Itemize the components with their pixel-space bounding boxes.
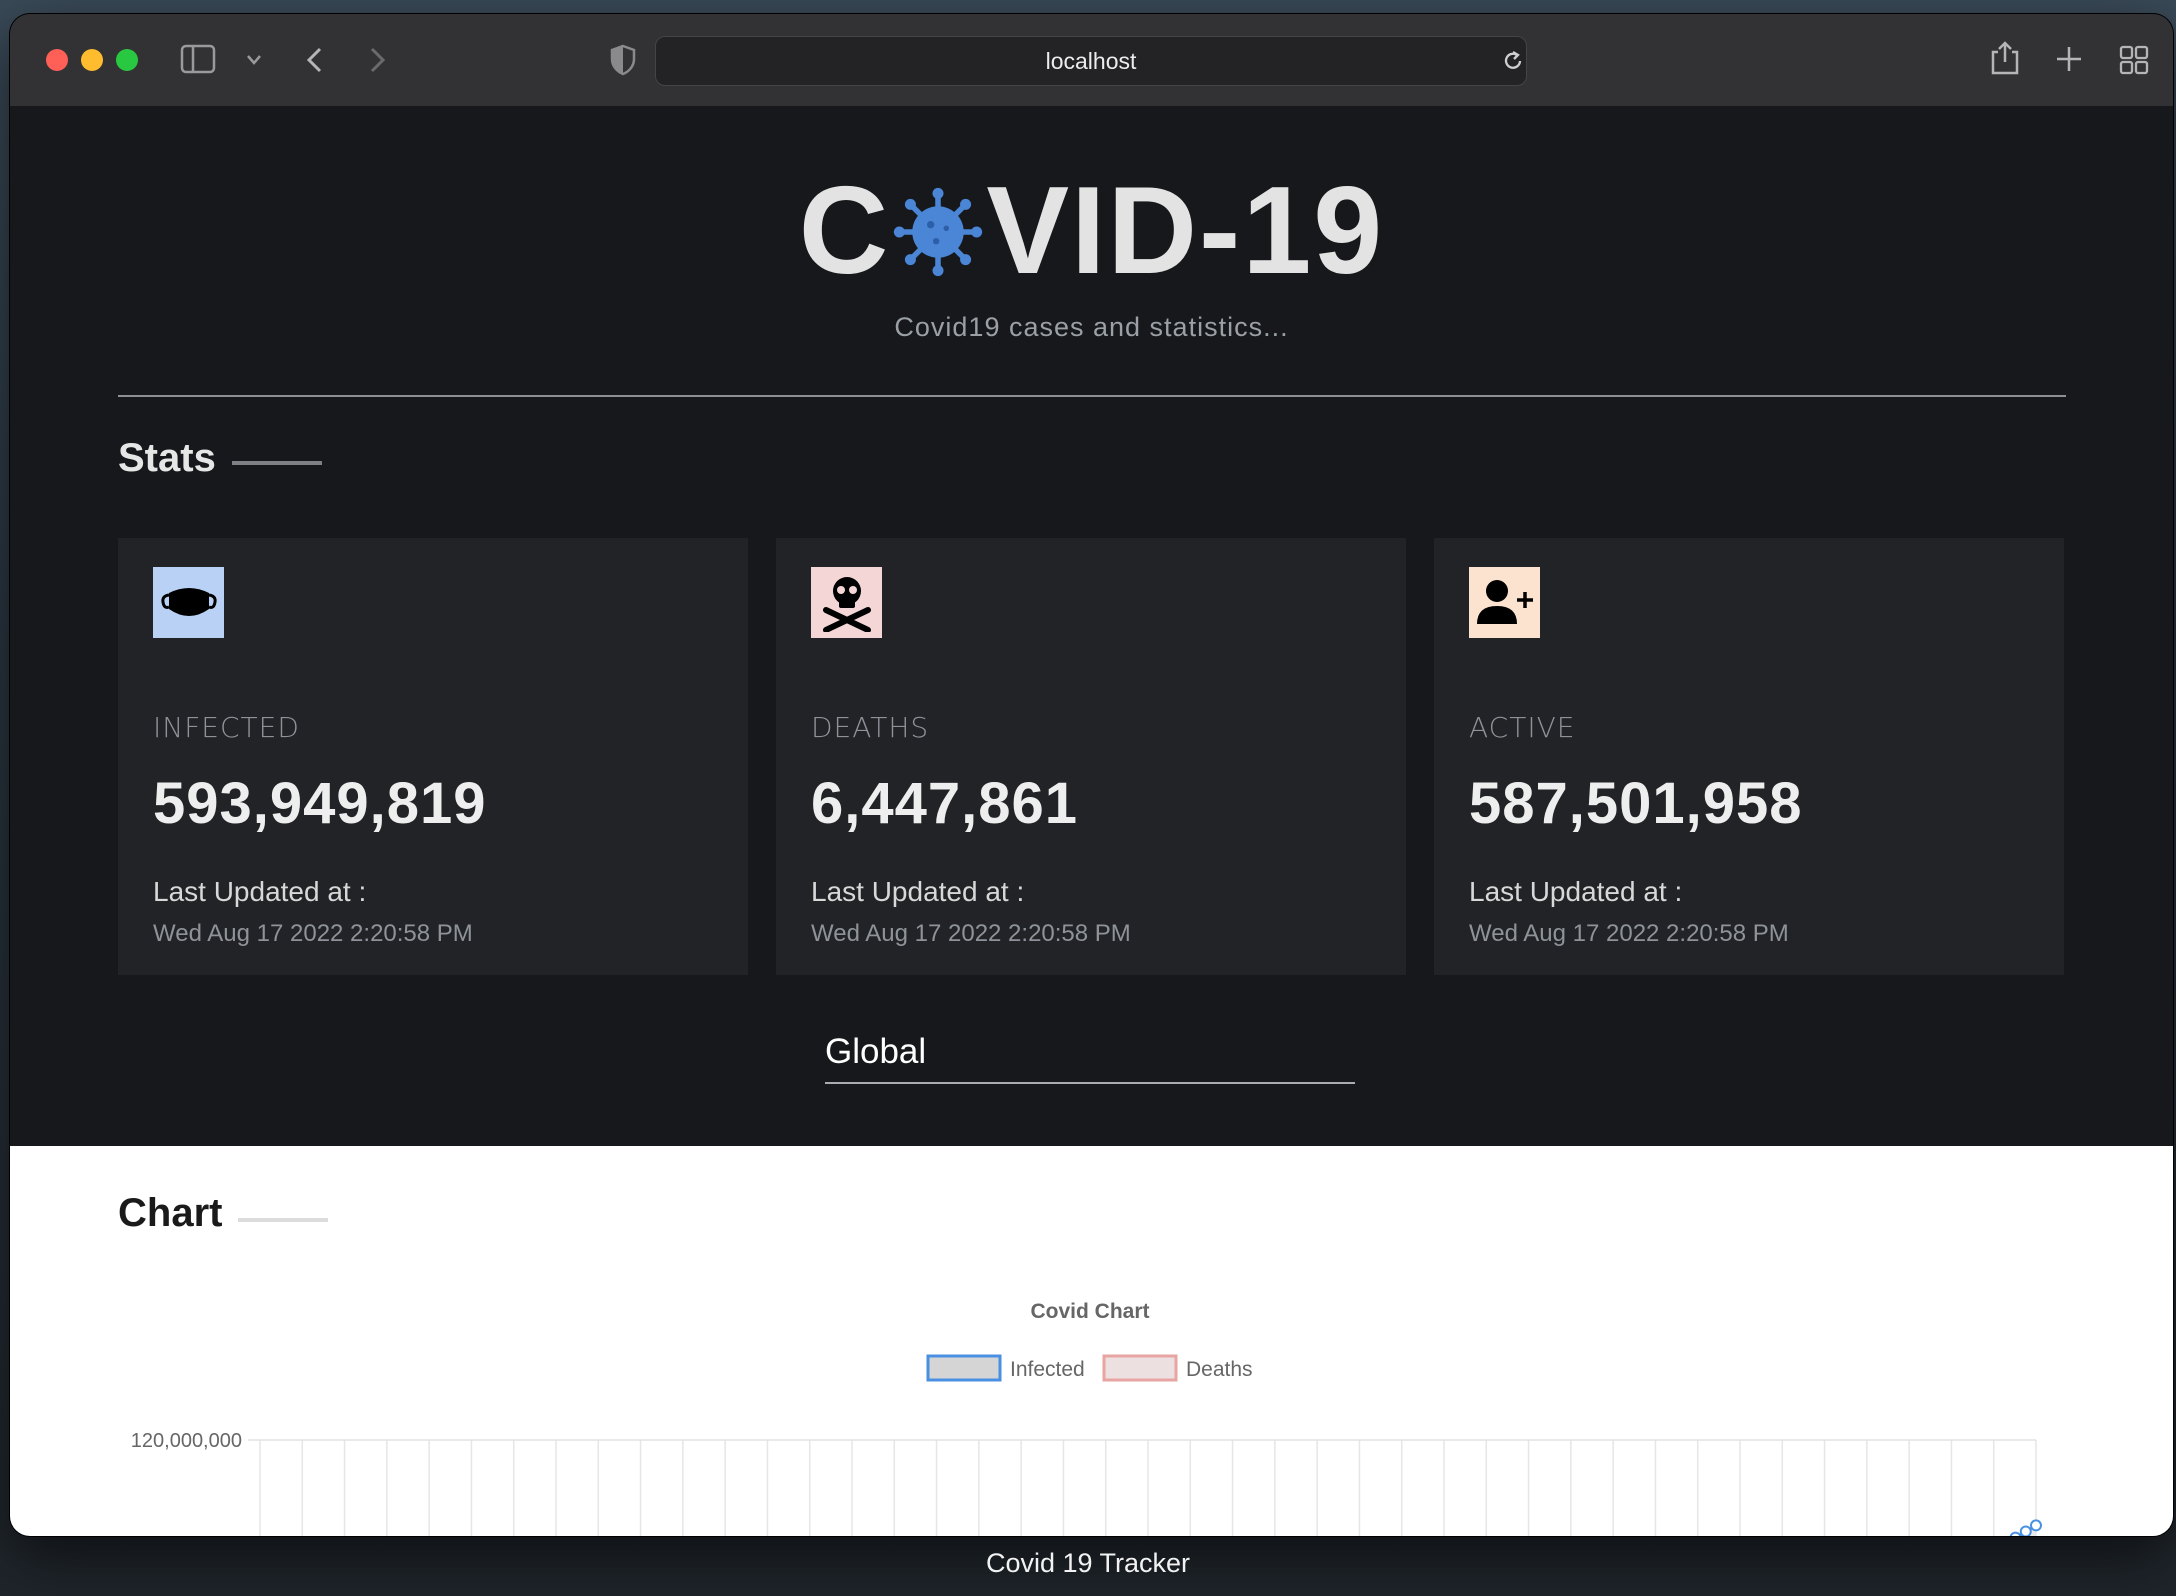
chart-series xyxy=(2009,1519,2042,1537)
mask-icon xyxy=(160,587,217,616)
logo-text-start: C xyxy=(798,162,891,300)
chart-grid xyxy=(248,1439,2037,1536)
stats-section-title: Stats xyxy=(118,436,216,480)
infected-icon-box xyxy=(153,567,224,638)
virus-icon xyxy=(894,188,983,277)
new-tab-plus-icon[interactable] xyxy=(2055,45,2083,73)
legend-infected-swatch[interactable] xyxy=(926,1354,1002,1382)
active-icon-box xyxy=(1469,567,1540,638)
stats-area: C VID-19 Covid19 cases and statistics...… xyxy=(10,106,2173,1146)
stats-title-dash xyxy=(232,461,322,465)
card-value: 587,501,958 xyxy=(1469,771,1803,836)
chart-legend: Infected Deaths xyxy=(926,1354,1253,1382)
forward-arrow-icon[interactable] xyxy=(366,46,388,74)
country-select[interactable]: Global xyxy=(825,1026,1355,1084)
close-window-button[interactable] xyxy=(46,49,68,71)
card-value: 6,447,861 xyxy=(811,771,1079,836)
sidebar-icon[interactable] xyxy=(180,44,216,74)
infected-data-point[interactable] xyxy=(2009,1531,2022,1536)
covid-logo: C VID-19 xyxy=(10,166,2173,296)
chart-area: Chart Covid Chart Infected Deaths 120,00… xyxy=(10,1146,2173,1536)
chart-title: Covid Chart xyxy=(1030,1300,1149,1323)
minimize-window-button[interactable] xyxy=(81,49,103,71)
web-page: C VID-19 Covid19 cases and statistics...… xyxy=(10,106,2173,1536)
card-label: ACTIVE xyxy=(1469,711,1576,744)
reload-icon[interactable] xyxy=(1501,49,1525,73)
card-label: DEATHS xyxy=(811,711,930,744)
card-updated-date: Wed Aug 17 2022 2:20:58 PM xyxy=(811,920,1131,947)
active-card: ACTIVE 587,501,958 Last Updated at : Wed… xyxy=(1434,538,2064,975)
card-updated-label: Last Updated at : xyxy=(1469,876,1683,907)
card-updated-date: Wed Aug 17 2022 2:20:58 PM xyxy=(153,920,473,947)
infected-data-point[interactable] xyxy=(2019,1525,2032,1537)
chevron-down-icon[interactable] xyxy=(246,54,262,66)
user-plus-icon xyxy=(1476,579,1533,624)
infected-card: INFECTED 593,949,819 Last Updated at : W… xyxy=(118,538,748,975)
deaths-icon-box xyxy=(811,567,882,638)
shield-icon[interactable] xyxy=(610,44,636,76)
address-bar[interactable]: localhost xyxy=(655,36,1527,86)
browser-window: localhost C VID-19 Covid19 cases and sta… xyxy=(10,14,2173,1536)
browser-toolbar: localhost xyxy=(10,14,2173,107)
card-label: INFECTED xyxy=(153,711,300,744)
legend-deaths-swatch[interactable] xyxy=(1102,1354,1178,1382)
chart-y-axis: 120,000,000100,000,000 xyxy=(131,1430,242,1452)
url-text: localhost xyxy=(1045,47,1137,74)
covid-chart: Covid Chart Infected Deaths 120,000,0001… xyxy=(131,1300,2042,1537)
card-value: 593,949,819 xyxy=(153,771,487,836)
deaths-card: DEATHS 6,447,861 Last Updated at : Wed A… xyxy=(776,538,1406,975)
zoom-window-button[interactable] xyxy=(116,49,138,71)
back-arrow-icon[interactable] xyxy=(304,46,326,74)
country-select-value: Global xyxy=(825,1032,927,1071)
skull-crossbones-icon xyxy=(822,576,871,632)
card-updated-date: Wed Aug 17 2022 2:20:58 PM xyxy=(1469,920,1789,947)
dock-caption: Covid 19 Tracker xyxy=(985,1548,1191,1578)
logo-text-end: VID-19 xyxy=(986,162,1385,300)
page-subtitle: Covid19 cases and statistics... xyxy=(894,312,1289,342)
legend-deaths-label[interactable]: Deaths xyxy=(1186,1358,1253,1381)
card-updated-label: Last Updated at : xyxy=(153,876,367,907)
legend-infected-label[interactable]: Infected xyxy=(1010,1358,1085,1381)
tab-overview-icon[interactable] xyxy=(2119,45,2149,75)
card-updated-label: Last Updated at : xyxy=(811,876,1025,907)
header-divider xyxy=(118,395,2066,397)
infected-data-point[interactable] xyxy=(2030,1519,2042,1532)
y-tick-label: 120,000,000 xyxy=(131,1430,242,1452)
share-icon[interactable] xyxy=(1990,40,2020,76)
